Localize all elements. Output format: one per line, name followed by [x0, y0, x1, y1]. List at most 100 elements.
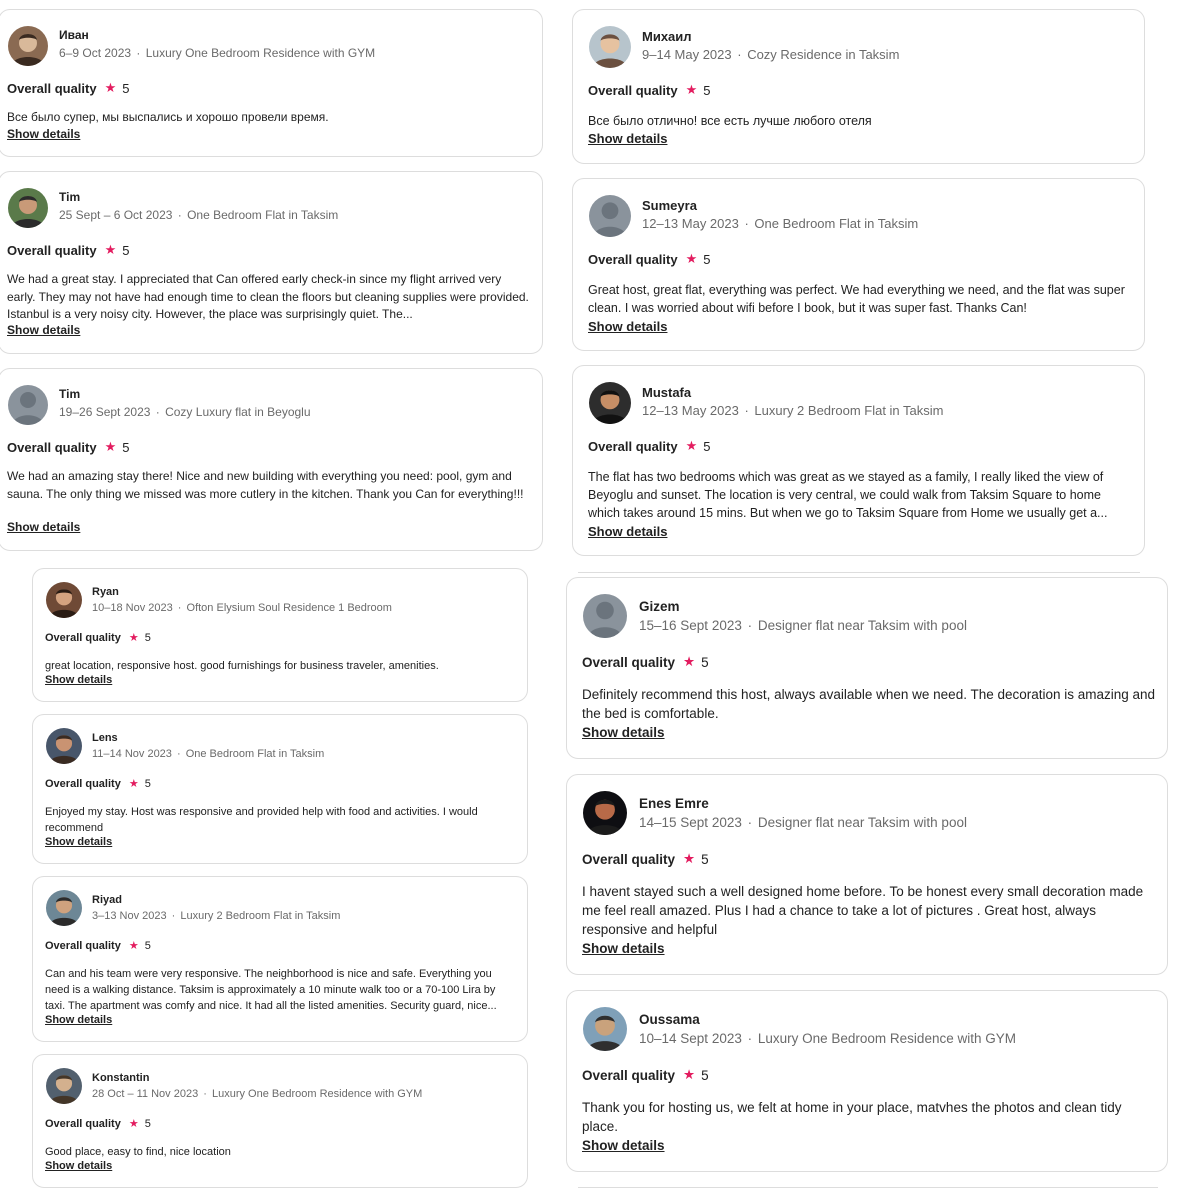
rating-value: 5	[144, 631, 151, 644]
reviewer-name: Михаил	[642, 29, 692, 44]
default-user-icon[interactable]	[583, 594, 627, 638]
rating-label: Overall quality	[45, 777, 121, 790]
stay-dates: 19–26 Sept 2023	[59, 405, 151, 419]
rating-value: 5	[144, 1117, 151, 1130]
review-card: Konstantin 28 Oct – 11 Nov 2023 · Luxury…	[32, 1054, 528, 1188]
rating-label: Overall quality	[588, 438, 678, 454]
divider	[578, 1187, 1158, 1188]
review-card: Михаил 9–14 May 2023 · Cozy Residence in…	[572, 9, 1145, 164]
rating-label: Overall quality	[588, 251, 678, 267]
user-photo-icon[interactable]	[583, 791, 627, 835]
show-details-link[interactable]: Show details	[582, 1138, 665, 1153]
review-card: Tim 19–26 Sept 2023 · Cozy Luxury flat i…	[0, 368, 543, 551]
rating-value: 5	[703, 82, 711, 98]
star-icon: ★	[683, 654, 696, 669]
rating-row: Overall quality ★ 5	[45, 939, 151, 953]
review-text: I havent stayed such a well designed hom…	[582, 884, 1144, 938]
rating-label: Overall quality	[45, 939, 121, 952]
user-photo-icon[interactable]	[46, 728, 82, 764]
review-card: Sumeyra 12–13 May 2023 · One Bedroom Fla…	[572, 178, 1145, 351]
show-details-link[interactable]: Show details	[7, 520, 80, 534]
listing-name: Designer flat near Taksim with pool	[757, 815, 967, 830]
default-user-icon[interactable]	[8, 385, 48, 425]
show-details-link[interactable]: Show details	[7, 323, 80, 337]
star-icon: ★	[685, 438, 698, 453]
rating-row: Overall quality ★ 5	[582, 851, 709, 867]
stay-dates: 28 Oct – 11 Nov 2023	[92, 1088, 199, 1100]
rating-label: Overall quality	[582, 654, 676, 670]
rating-value: 5	[144, 777, 151, 790]
review-meta: 25 Sept – 6 Oct 2023 · One Bedroom Flat …	[59, 208, 339, 222]
rating-value: 5	[703, 438, 711, 454]
rating-label: Overall quality	[7, 242, 97, 258]
stay-dates: 3–13 Nov 2023	[92, 910, 167, 922]
rating-label: Overall quality	[45, 631, 121, 644]
review-text: Definitely recommend this host, always a…	[582, 687, 1156, 722]
stay-dates: 6–9 Oct 2023	[59, 46, 132, 60]
show-details-link[interactable]: Show details	[588, 131, 667, 146]
user-photo-icon[interactable]	[46, 890, 82, 926]
show-details-link[interactable]: Show details	[45, 836, 112, 848]
default-user-icon[interactable]	[589, 195, 631, 237]
review-text: We had an amazing stay there! Nice and n…	[7, 469, 524, 501]
rating-value: 5	[144, 939, 151, 952]
rating-row: Overall quality ★ 5	[7, 242, 129, 258]
show-details-link[interactable]: Show details	[7, 127, 80, 141]
show-details-link[interactable]: Show details	[582, 941, 665, 956]
user-photo-icon[interactable]	[589, 382, 631, 424]
stay-dates: 12–13 May 2023	[642, 216, 739, 231]
reviewer-name: Oussama	[639, 1012, 700, 1027]
listing-name: Cozy Residence in Taksim	[747, 47, 900, 62]
rating-row: Overall quality ★ 5	[7, 80, 129, 96]
review-meta: 10–18 Nov 2023 · Ofton Elysium Soul Resi…	[92, 602, 392, 614]
review-meta: 12–13 May 2023 · One Bedroom Flat in Tak…	[642, 216, 919, 231]
listing-name: Luxury 2 Bedroom Flat in Taksim	[180, 910, 341, 922]
listing-name: One Bedroom Flat in Taksim	[185, 748, 325, 760]
stay-dates: 10–18 Nov 2023	[92, 602, 173, 614]
listing-name: Designer flat near Taksim with pool	[757, 618, 967, 633]
user-photo-icon[interactable]	[583, 1007, 627, 1051]
review-meta: 14–15 Sept 2023 · Designer flat near Tak…	[639, 815, 967, 830]
divider	[578, 572, 1140, 573]
stay-dates: 9–14 May 2023	[642, 47, 732, 62]
rating-value: 5	[122, 80, 130, 96]
review-text: Good place, easy to find, nice location	[45, 1146, 231, 1158]
star-icon: ★	[128, 778, 139, 790]
star-icon: ★	[685, 251, 698, 266]
user-photo-icon[interactable]	[589, 26, 631, 68]
user-photo-icon[interactable]	[8, 26, 48, 66]
show-details-link[interactable]: Show details	[588, 524, 667, 539]
rating-row: Overall quality ★ 5	[588, 438, 710, 454]
show-details-link[interactable]: Show details	[582, 725, 665, 740]
user-photo-icon[interactable]	[46, 582, 82, 618]
review-text: The flat has two bedrooms which was grea…	[588, 470, 1108, 520]
show-details-link[interactable]: Show details	[45, 674, 112, 686]
reviewer-name: Ryan	[92, 586, 119, 598]
show-details-link[interactable]: Show details	[45, 1014, 112, 1026]
rating-label: Overall quality	[582, 1067, 676, 1083]
rating-label: Overall quality	[7, 80, 97, 96]
star-icon: ★	[683, 1067, 696, 1082]
review-text: Can and his team were very responsive. T…	[45, 968, 497, 1012]
rating-row: Overall quality ★ 5	[7, 439, 129, 455]
review-text: Great host, great flat, everything was p…	[588, 283, 1125, 315]
reviewer-name: Иван	[59, 28, 89, 42]
rating-value: 5	[122, 242, 130, 258]
rating-row: Overall quality ★ 5	[45, 777, 151, 791]
reviewer-name: Mustafa	[642, 385, 692, 400]
rating-value: 5	[122, 439, 130, 455]
show-details-link[interactable]: Show details	[588, 319, 667, 334]
stay-dates: 12–13 May 2023	[642, 403, 739, 418]
review-meta: 3–13 Nov 2023 · Luxury 2 Bedroom Flat in…	[92, 910, 341, 922]
review-text: Thank you for hosting us, we felt at hom…	[582, 1100, 1122, 1135]
rating-label: Overall quality	[582, 851, 676, 867]
review-meta: 9–14 May 2023 · Cozy Residence in Taksim	[642, 47, 900, 62]
listing-name: Cozy Luxury flat in Beyoglu	[165, 405, 311, 419]
user-photo-icon[interactable]	[46, 1068, 82, 1104]
user-photo-icon[interactable]	[8, 188, 48, 228]
stay-dates: 10–14 Sept 2023	[639, 1031, 742, 1046]
reviewer-name: Sumeyra	[642, 198, 697, 213]
rating-row: Overall quality ★ 5	[582, 654, 709, 670]
review-text: We had a great stay. I appreciated that …	[7, 272, 529, 321]
show-details-link[interactable]: Show details	[45, 1160, 112, 1172]
